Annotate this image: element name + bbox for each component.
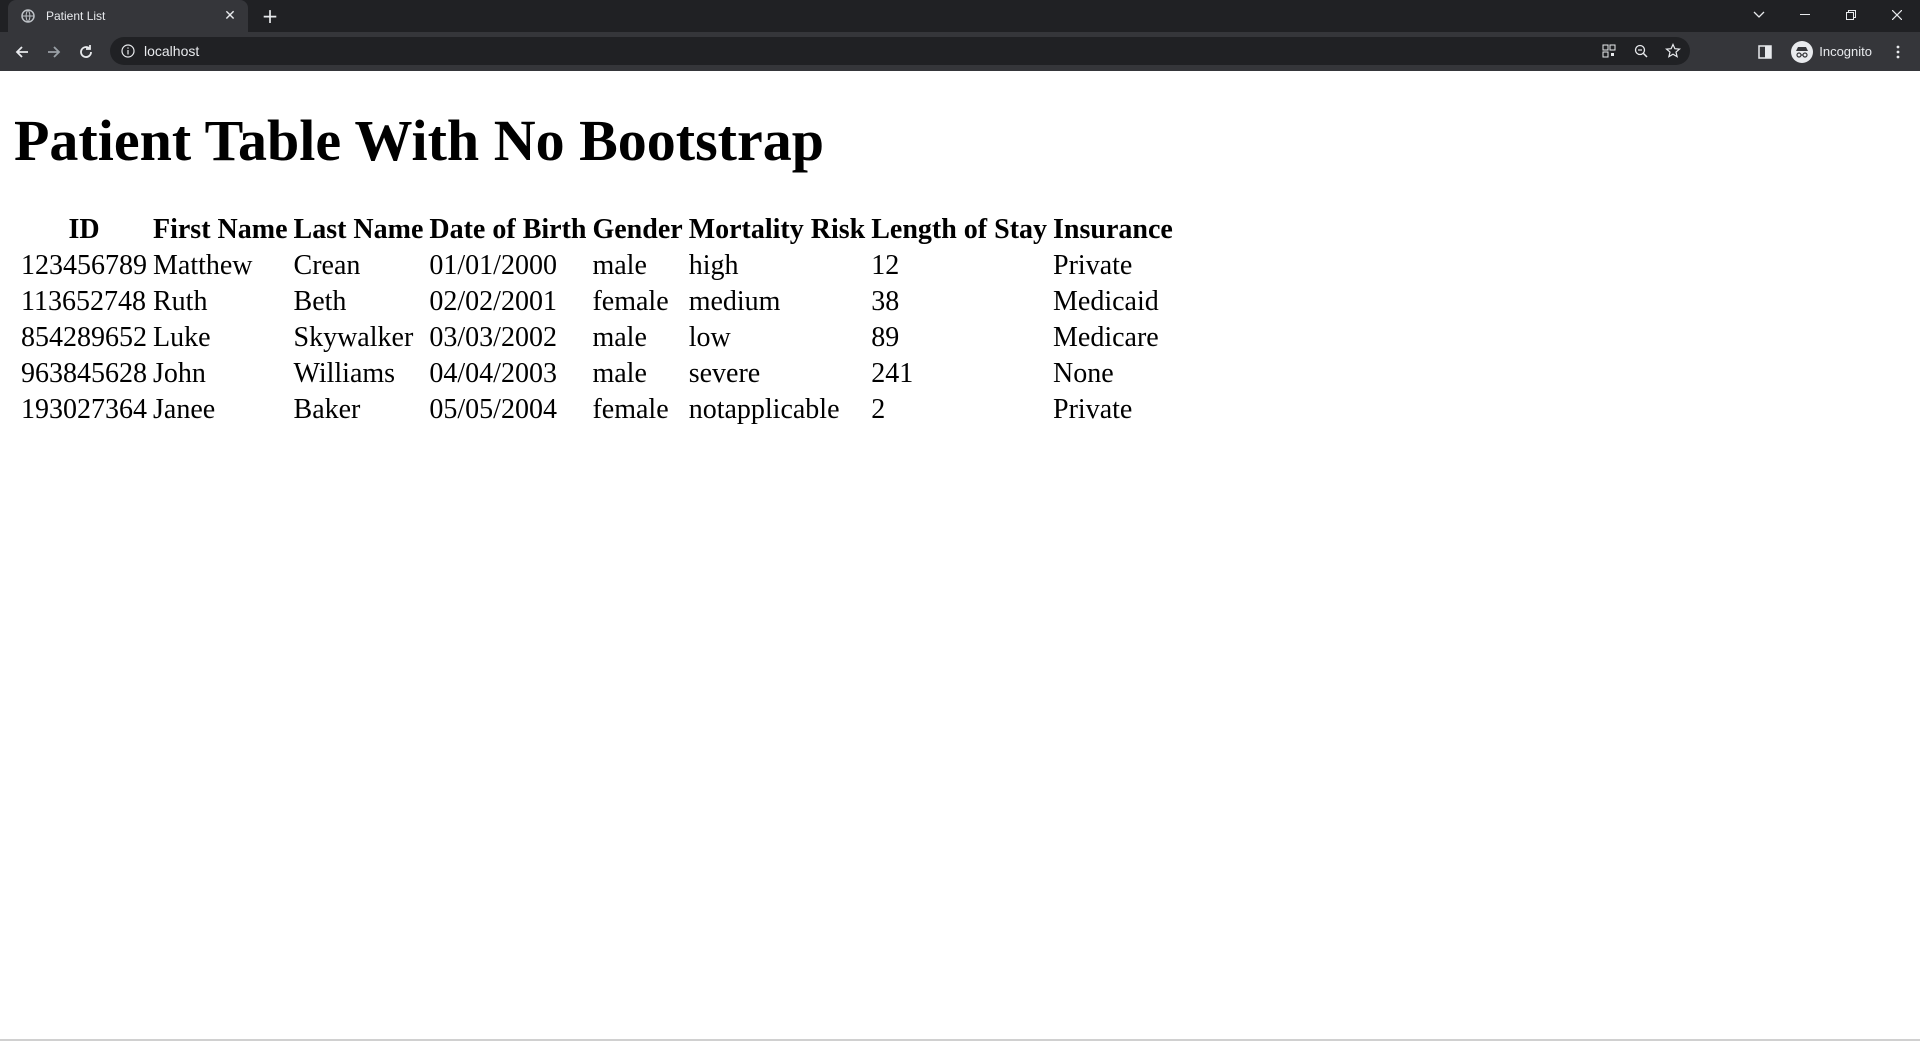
reload-icon[interactable] — [70, 36, 102, 68]
table-row: 113652748 Ruth Beth 02/02/2001 female me… — [20, 285, 1174, 319]
forward-arrow-icon[interactable] — [38, 36, 70, 68]
column-header-mortality-risk: Mortality Risk — [688, 214, 866, 245]
cell-last-name: Skywalker — [293, 322, 414, 353]
tab-strip: Patient List ✕ + — [0, 0, 1920, 32]
column-header-length-of-stay: Length of Stay — [871, 214, 1048, 245]
incognito-profile-button[interactable]: Incognito — [1785, 40, 1878, 63]
browser-toolbar: localhost Incognito — [0, 32, 1920, 71]
qr-code-icon[interactable] — [1600, 42, 1618, 60]
cell-id: 963845628 — [21, 358, 147, 389]
cell-length-of-stay: 241 — [871, 358, 914, 389]
cell-insurance: Private — [1053, 394, 1133, 425]
table-row: 193027364 Janee Baker 05/05/2004 female … — [20, 393, 1174, 427]
omnibox-actions — [1600, 42, 1682, 60]
cell-gender: male — [592, 322, 647, 353]
cell-length-of-stay: 89 — [871, 322, 900, 353]
cell-insurance: Medicare — [1053, 322, 1159, 353]
column-header-gender: Gender — [592, 214, 683, 245]
plus-icon[interactable]: + — [258, 4, 282, 28]
cell-first-name: Matthew — [153, 250, 253, 281]
cell-date-of-birth: 05/05/2004 — [429, 394, 557, 425]
globe-icon — [20, 8, 36, 24]
column-header-date-of-birth: Date of Birth — [429, 214, 587, 245]
column-header-id: ID — [68, 214, 100, 245]
cell-mortality-risk: notapplicable — [688, 394, 840, 425]
column-header-last-name: Last Name — [293, 214, 424, 245]
cell-date-of-birth: 04/04/2003 — [429, 358, 557, 389]
cell-id: 123456789 — [21, 250, 147, 281]
cell-insurance: None — [1053, 358, 1114, 389]
browser-chrome: Patient List ✕ + localhost Incognito — [0, 0, 1920, 71]
cell-mortality-risk: medium — [688, 286, 781, 317]
star-icon[interactable] — [1664, 42, 1682, 60]
cell-date-of-birth: 02/02/2001 — [429, 286, 557, 317]
cell-last-name: Baker — [293, 394, 361, 425]
column-header-insurance: Insurance — [1053, 214, 1173, 245]
cell-insurance: Medicaid — [1053, 286, 1159, 317]
kebab-menu-icon[interactable] — [1884, 38, 1912, 66]
address-bar[interactable]: localhost — [110, 37, 1690, 65]
page-title: Patient Table With No Bootstrap — [14, 108, 824, 173]
close-window-icon[interactable] — [1874, 0, 1920, 30]
patient-table: ID First Name Last Name Date of Birth Ge… — [16, 211, 1178, 429]
toolbar-actions: Incognito — [1751, 32, 1912, 71]
profile-label: Incognito — [1819, 44, 1872, 59]
side-panel-icon[interactable] — [1751, 38, 1779, 66]
cell-last-name: Beth — [293, 286, 347, 317]
cell-last-name: Crean — [293, 250, 361, 281]
cell-first-name: Luke — [153, 322, 211, 353]
minimize-icon[interactable] — [1782, 0, 1828, 30]
cell-id: 193027364 — [21, 394, 147, 425]
table-row: 963845628 John Williams 04/04/2003 male … — [20, 357, 1174, 391]
cell-gender: female — [592, 286, 669, 317]
info-icon[interactable] — [120, 43, 136, 59]
window-controls — [1736, 0, 1920, 32]
column-header-first-name: First Name — [153, 214, 288, 245]
cell-gender: female — [592, 394, 669, 425]
cell-date-of-birth: 03/03/2002 — [429, 322, 557, 353]
cell-mortality-risk: high — [688, 250, 739, 281]
tab-search-icon[interactable] — [1736, 0, 1782, 30]
cell-length-of-stay: 12 — [871, 250, 900, 281]
back-arrow-icon[interactable] — [6, 36, 38, 68]
table-row: 854289652 Luke Skywalker 03/03/2002 male… — [20, 321, 1174, 355]
cell-mortality-risk: low — [688, 322, 731, 353]
cell-first-name: John — [153, 358, 206, 389]
cell-first-name: Ruth — [153, 286, 208, 317]
table-header-row: ID First Name Last Name Date of Birth Ge… — [20, 213, 1174, 247]
cell-id: 854289652 — [21, 322, 147, 353]
incognito-icon — [1791, 40, 1814, 63]
cell-last-name: Williams — [293, 358, 396, 389]
cell-date-of-birth: 01/01/2000 — [429, 250, 557, 281]
cell-mortality-risk: severe — [688, 358, 761, 389]
url-text: localhost — [144, 43, 200, 59]
zoom-icon[interactable] — [1632, 42, 1650, 60]
tab-title: Patient List — [46, 9, 106, 23]
table-row: 123456789 Matthew Crean 01/01/2000 male … — [20, 249, 1174, 283]
close-icon[interactable]: ✕ — [222, 8, 238, 24]
cell-length-of-stay: 38 — [871, 286, 900, 317]
cell-length-of-stay: 2 — [871, 394, 886, 425]
cell-gender: male — [592, 358, 647, 389]
browser-tab[interactable]: Patient List ✕ — [8, 0, 248, 32]
cell-insurance: Private — [1053, 250, 1133, 281]
cell-gender: male — [592, 250, 647, 281]
restore-icon[interactable] — [1828, 0, 1874, 30]
cell-first-name: Janee — [153, 394, 216, 425]
cell-id: 113652748 — [21, 286, 146, 317]
